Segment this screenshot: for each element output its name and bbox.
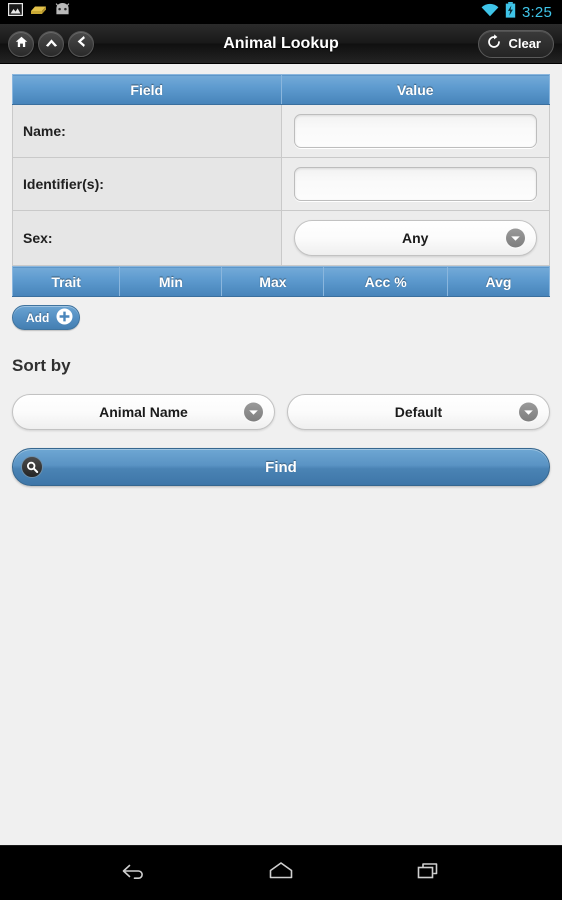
system-navigation-bar xyxy=(0,845,562,900)
add-trait-row: Add xyxy=(12,305,550,330)
name-label: Name: xyxy=(12,104,282,158)
battery-charging-icon xyxy=(505,1,516,23)
value-column-header: Value xyxy=(280,74,550,105)
home-icon xyxy=(15,35,28,53)
app-back-button[interactable] xyxy=(68,30,94,57)
app-nav-buttons xyxy=(8,30,94,57)
sex-dropdown[interactable]: Any xyxy=(293,220,537,256)
sort-secondary-dropdown[interactable]: Default xyxy=(287,394,550,430)
app-home-button[interactable] xyxy=(8,30,34,57)
up-icon xyxy=(45,35,58,53)
sort-controls: Animal Name Default xyxy=(12,394,550,430)
add-trait-button[interactable]: Add xyxy=(12,305,81,330)
search-icon xyxy=(21,456,43,478)
sponge-icon xyxy=(30,3,47,21)
sort-primary-value: Animal Name xyxy=(99,404,188,420)
action-bar: Animal Lookup Clear xyxy=(0,24,562,64)
table-row: Identifier(s): xyxy=(12,157,550,211)
refresh-icon xyxy=(486,34,502,53)
status-clock: 3:25 xyxy=(522,3,552,21)
system-recents-button[interactable] xyxy=(403,853,455,893)
android-head-icon xyxy=(54,3,71,21)
find-button-label: Find xyxy=(265,458,297,476)
identifiers-label: Identifier(s): xyxy=(12,157,282,211)
find-button[interactable]: Find xyxy=(12,448,550,486)
back-arrow-icon xyxy=(118,860,148,887)
add-button-label: Add xyxy=(26,310,50,325)
min-column-header: Min xyxy=(119,266,223,297)
main-content: Field Value Name: Identifier(s): Sex: An… xyxy=(0,64,562,845)
table-row: Name: xyxy=(12,104,550,158)
field-value-table: Field Value Name: Identifier(s): Sex: An… xyxy=(12,74,550,266)
field-table-header-row: Field Value xyxy=(12,74,550,105)
system-home-button[interactable] xyxy=(255,853,307,893)
system-back-button[interactable] xyxy=(107,853,159,893)
field-column-header: Field xyxy=(12,74,282,105)
sex-label: Sex: xyxy=(12,210,282,266)
wifi-icon xyxy=(481,3,499,22)
name-value-cell xyxy=(280,104,550,158)
acc-column-header: Acc % xyxy=(323,266,448,297)
identifiers-value-cell xyxy=(280,157,550,211)
status-system-icons: 3:25 xyxy=(481,1,554,23)
sex-value-cell: Any xyxy=(280,210,550,266)
trait-column-header: Trait xyxy=(11,266,121,297)
plus-circle-icon xyxy=(56,308,73,328)
chevron-down-icon xyxy=(519,402,538,422)
clear-button[interactable]: Clear xyxy=(478,29,554,58)
trait-table: Trait Min Max Acc % Avg xyxy=(11,266,551,297)
name-input[interactable] xyxy=(293,114,537,148)
sort-primary-dropdown[interactable]: Animal Name xyxy=(12,394,275,430)
recent-apps-icon xyxy=(416,860,442,887)
back-icon xyxy=(76,35,86,53)
sex-dropdown-value: Any xyxy=(402,230,429,246)
max-column-header: Max xyxy=(221,266,325,297)
table-row: Sex: Any xyxy=(12,210,550,266)
chevron-down-icon xyxy=(244,402,263,422)
avg-column-header: Avg xyxy=(446,266,551,297)
status-notification-icons xyxy=(7,2,71,21)
app-up-button[interactable] xyxy=(38,30,64,57)
app-screen: 3:25 Animal Lookup Clear Field Value Nam… xyxy=(0,0,562,900)
clear-button-label: Clear xyxy=(508,36,541,51)
home-pentagon-icon xyxy=(267,860,295,887)
status-bar: 3:25 xyxy=(0,0,562,24)
sort-secondary-value: Default xyxy=(394,404,443,420)
sort-by-heading: Sort by xyxy=(12,356,71,375)
chevron-down-icon xyxy=(506,228,525,248)
identifiers-input[interactable] xyxy=(293,167,537,201)
image-icon xyxy=(7,2,24,21)
trait-table-header-row: Trait Min Max Acc % Avg xyxy=(11,266,551,297)
